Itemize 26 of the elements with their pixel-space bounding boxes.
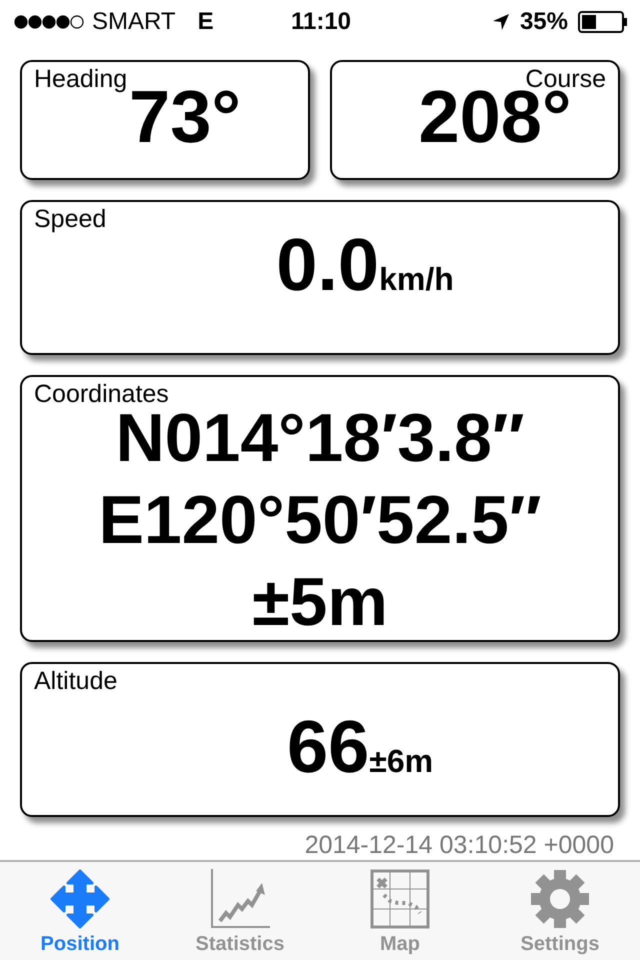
signal-strength-icon bbox=[14, 15, 84, 29]
status-time: 11:10 bbox=[290, 8, 352, 36]
altitude-value: 66 bbox=[286, 710, 370, 784]
map-grid-icon bbox=[370, 869, 430, 929]
timestamp: 2014-12-14 03:10:52 +0000 bbox=[304, 831, 614, 859]
reading-value: 73° bbox=[129, 80, 241, 154]
tab-bar-item[interactable]: Position bbox=[0, 862, 160, 960]
carrier-name: SMART bbox=[92, 8, 176, 36]
accuracy-value: ±5m bbox=[252, 568, 388, 636]
battery-percent: 35% bbox=[520, 8, 568, 36]
tab-bar-item[interactable]: Map bbox=[320, 862, 480, 960]
card-label: Speed bbox=[34, 206, 106, 234]
settings-icon bbox=[530, 869, 590, 929]
speed-unit: km/h bbox=[379, 260, 454, 298]
card-label: Altitude bbox=[34, 668, 118, 696]
speed-value: 0.0 bbox=[276, 228, 380, 302]
card-label: Heading bbox=[34, 66, 128, 94]
move-arrows-icon bbox=[50, 869, 110, 929]
longitude-value: E120°50′52.5″ bbox=[98, 486, 542, 554]
line-chart-icon bbox=[210, 869, 270, 929]
altitude-accuracy: ±6m bbox=[369, 742, 434, 780]
tab-bar-item[interactable]: Statistics bbox=[160, 862, 320, 960]
network-type: E bbox=[198, 8, 214, 36]
location-arrow-icon bbox=[492, 13, 510, 31]
battery-icon bbox=[578, 11, 628, 33]
tab-bar-item[interactable]: Settings bbox=[480, 862, 640, 960]
